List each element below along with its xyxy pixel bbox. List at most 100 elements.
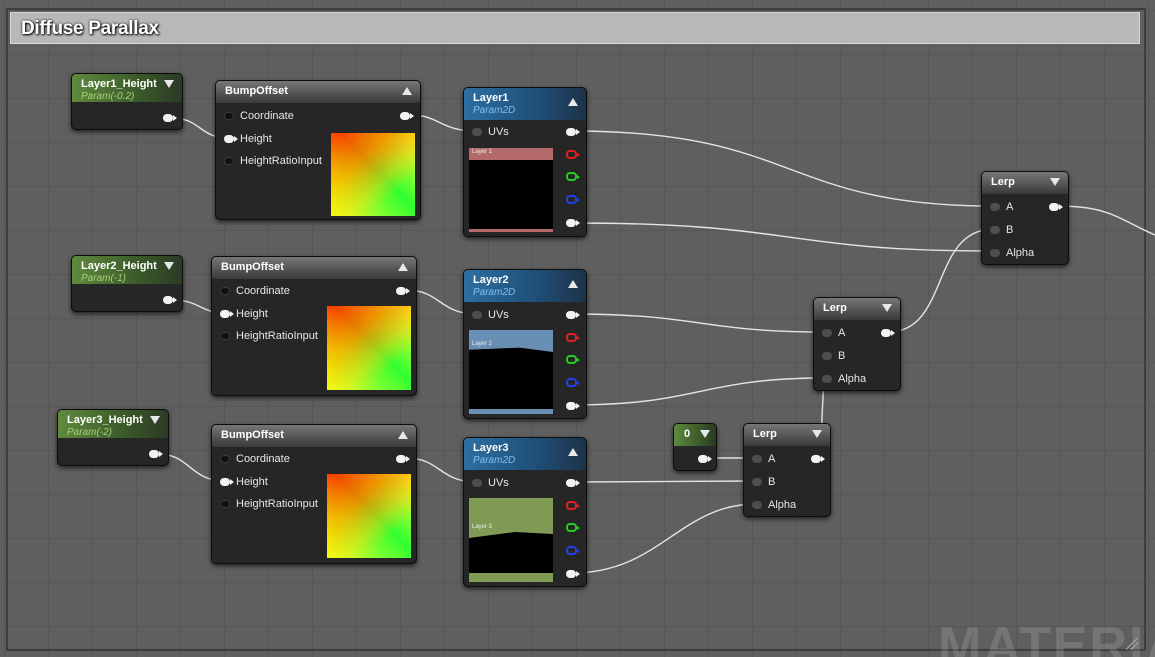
output-pin[interactable]	[400, 112, 414, 120]
input-pin-a[interactable]	[752, 455, 762, 463]
collapse-arrow-icon[interactable]	[812, 430, 822, 438]
node-subtitle: Param(-1)	[81, 273, 127, 284]
node-header[interactable]: Layer2 Param2D	[464, 270, 586, 302]
output-pin-alpha[interactable]	[566, 219, 580, 227]
collapse-arrow-icon[interactable]	[164, 80, 174, 88]
output-pin[interactable]	[1049, 203, 1063, 211]
output-pin[interactable]	[163, 114, 177, 122]
node-header[interactable]: Layer2_Height Param(-1)	[72, 256, 182, 284]
node-header[interactable]: Layer3_Height Param(-2)	[58, 410, 168, 438]
graph-canvas[interactable]: Diffuse Parallax Layer1_Height Param(-0.…	[0, 0, 1155, 657]
output-pin[interactable]	[149, 450, 163, 458]
input-pin-coordinate[interactable]	[220, 287, 230, 295]
collapse-arrow-icon[interactable]	[568, 280, 578, 288]
collapse-arrow-icon[interactable]	[1050, 178, 1060, 186]
output-pin-alpha[interactable]	[566, 570, 580, 578]
input-pin-height[interactable]	[220, 478, 234, 486]
collapse-arrow-icon[interactable]	[164, 262, 174, 270]
bump-offset-node-1[interactable]: BumpOffset Coordinate Height HeightRatio…	[215, 80, 421, 220]
input-pin-a[interactable]	[822, 329, 832, 337]
output-pin[interactable]	[396, 287, 410, 295]
node-header[interactable]: BumpOffset	[216, 81, 420, 103]
output-pin-blue[interactable]	[566, 378, 580, 387]
comment-header[interactable]: Diffuse Parallax	[10, 12, 1140, 44]
param-node-layer1-height[interactable]: Layer1_Height Param(-0.2)	[71, 73, 183, 130]
output-pin[interactable]	[163, 296, 177, 304]
collapse-arrow-icon[interactable]	[568, 448, 578, 456]
input-pin-b[interactable]	[990, 226, 1000, 234]
pin-label: UVs	[488, 477, 509, 489]
texture-band	[469, 409, 553, 414]
texture-node-layer2[interactable]: Layer2 Param2D UVs Layer 2	[463, 269, 587, 419]
input-pin-b[interactable]	[822, 352, 832, 360]
texture-node-layer3[interactable]: Layer3 Param2D UVs Layer 3	[463, 437, 587, 587]
input-pin-uvs[interactable]	[472, 128, 482, 136]
pin-label: A	[838, 327, 846, 339]
output-pin[interactable]	[881, 329, 895, 337]
output-pin-blue[interactable]	[566, 546, 580, 555]
output-pin-red[interactable]	[566, 150, 580, 159]
input-pin-b[interactable]	[752, 478, 762, 486]
input-pin-uvs[interactable]	[472, 479, 482, 487]
output-pin-rgb[interactable]	[566, 311, 580, 319]
bump-offset-node-3[interactable]: BumpOffset Coordinate Height HeightRatio…	[211, 424, 417, 564]
collapse-arrow-icon[interactable]	[150, 416, 160, 424]
output-pin-green[interactable]	[566, 355, 580, 364]
output-pin[interactable]	[698, 455, 712, 463]
input-pin-alpha[interactable]	[822, 375, 832, 383]
input-pin-height-ratio[interactable]	[220, 500, 230, 508]
texture-tag: Layer 2	[472, 341, 493, 347]
collapse-arrow-icon[interactable]	[568, 98, 578, 106]
lerp-node-1[interactable]: Lerp A B Alpha	[743, 423, 831, 517]
collapse-arrow-icon[interactable]	[882, 304, 892, 312]
collapse-arrow-icon[interactable]	[700, 430, 710, 438]
pin-label: A	[768, 453, 776, 465]
node-header[interactable]: Lerp	[744, 424, 830, 446]
output-pin[interactable]	[396, 455, 410, 463]
pin-label: UVs	[488, 309, 509, 321]
lerp-node-2[interactable]: Lerp A B Alpha	[813, 297, 901, 391]
output-pin-green[interactable]	[566, 172, 580, 181]
constant-node[interactable]: 0	[673, 423, 717, 471]
input-pin-coordinate[interactable]	[224, 112, 234, 120]
node-header[interactable]: BumpOffset	[212, 425, 416, 447]
input-pin-height[interactable]	[220, 310, 234, 318]
pin-label: B	[838, 350, 846, 362]
collapse-arrow-icon[interactable]	[402, 87, 412, 95]
pin-label: UVs	[488, 126, 509, 138]
output-pin-rgb[interactable]	[566, 479, 580, 487]
input-pin-coordinate[interactable]	[220, 455, 230, 463]
node-header[interactable]: BumpOffset	[212, 257, 416, 279]
param-node-layer3-height[interactable]: Layer3_Height Param(-2)	[57, 409, 169, 466]
node-header[interactable]: Layer1_Height Param(-0.2)	[72, 74, 182, 102]
lerp-node-3[interactable]: Lerp A B Alpha	[981, 171, 1069, 265]
output-pin[interactable]	[811, 455, 825, 463]
output-pin-alpha[interactable]	[566, 402, 580, 410]
texture-preview: Layer 3	[469, 498, 553, 582]
node-header[interactable]: Layer3 Param2D	[464, 438, 586, 470]
output-pin-blue[interactable]	[566, 195, 580, 204]
bump-offset-node-2[interactable]: BumpOffset Coordinate Height HeightRatio…	[211, 256, 417, 396]
resize-grip-icon[interactable]	[1126, 638, 1138, 650]
input-pin-alpha[interactable]	[752, 501, 762, 509]
output-pin-red[interactable]	[566, 501, 580, 510]
input-pin-a[interactable]	[990, 203, 1000, 211]
output-pin-rgb[interactable]	[566, 128, 580, 136]
output-pin-green[interactable]	[566, 523, 580, 532]
input-pin-height-ratio[interactable]	[224, 157, 234, 165]
input-pin-alpha[interactable]	[990, 249, 1000, 257]
node-header[interactable]: Lerp	[814, 298, 900, 320]
texture-node-layer1[interactable]: Layer1 Param2D UVs Layer 1	[463, 87, 587, 237]
node-title: Layer3_Height	[67, 414, 143, 426]
output-pin-red[interactable]	[566, 333, 580, 342]
input-pin-height-ratio[interactable]	[220, 332, 230, 340]
pin-label: HeightRatioInput	[240, 155, 322, 167]
collapse-arrow-icon[interactable]	[398, 431, 408, 439]
input-pin-height[interactable]	[224, 135, 238, 143]
param-node-layer2-height[interactable]: Layer2_Height Param(-1)	[71, 255, 183, 312]
node-header[interactable]: Lerp	[982, 172, 1068, 194]
node-header[interactable]: 0	[674, 424, 716, 446]
input-pin-uvs[interactable]	[472, 311, 482, 319]
node-header[interactable]: Layer1 Param2D	[464, 88, 586, 120]
collapse-arrow-icon[interactable]	[398, 263, 408, 271]
